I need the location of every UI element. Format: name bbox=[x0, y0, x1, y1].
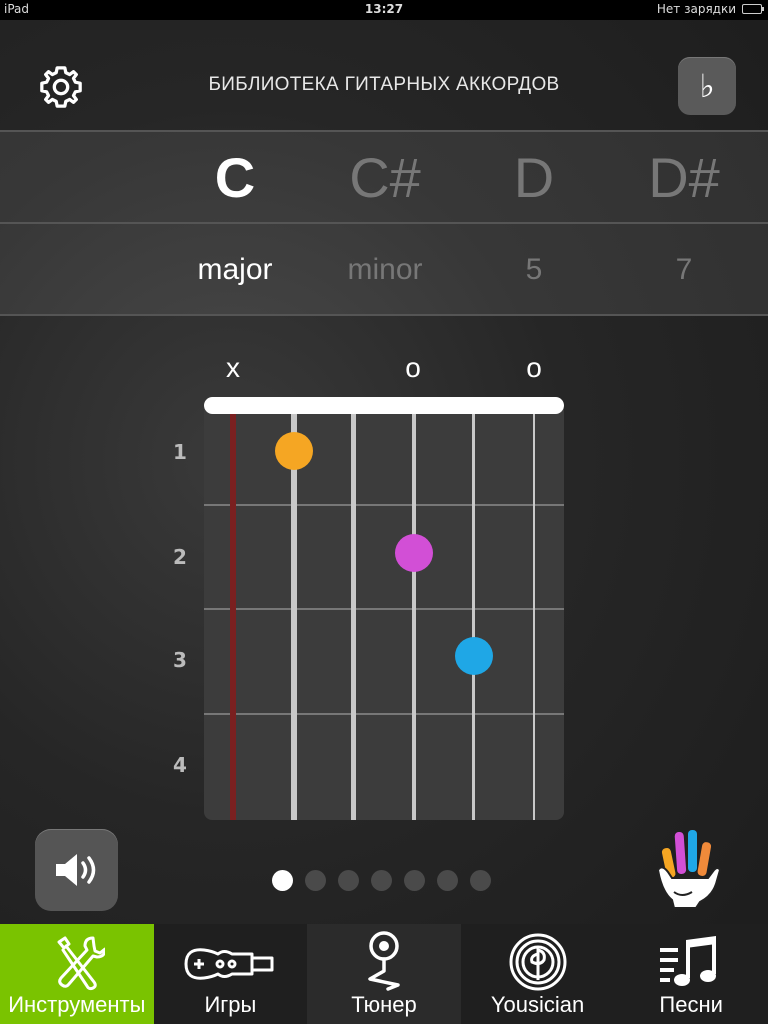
battery-icon bbox=[742, 4, 764, 14]
fret-line bbox=[204, 504, 564, 506]
guitar-icon bbox=[184, 948, 274, 980]
battery-status: Нет зарядки bbox=[656, 2, 764, 16]
page-title: БИБЛИОТЕКА ГИТАРНЫХ АККОРДОВ bbox=[208, 74, 560, 95]
fret-number-4: 4 bbox=[173, 753, 187, 777]
chord-type-minor[interactable]: minor bbox=[310, 224, 460, 316]
note-selector: C C# D D# bbox=[0, 130, 768, 222]
note-d-sharp[interactable]: D# bbox=[609, 132, 759, 224]
flat-toggle-button[interactable]: ♭ bbox=[678, 57, 736, 115]
note-c[interactable]: C bbox=[160, 132, 310, 224]
hand-icon[interactable] bbox=[650, 826, 730, 910]
fret-number-1: 1 bbox=[173, 440, 187, 464]
finger-dot bbox=[275, 432, 313, 470]
string-3 bbox=[412, 408, 416, 820]
page-dot[interactable] bbox=[272, 870, 293, 891]
fret-number-3: 3 bbox=[173, 648, 187, 672]
string-6 bbox=[230, 408, 236, 820]
songs-icon bbox=[660, 936, 717, 986]
page-dot[interactable] bbox=[404, 870, 425, 891]
tab-label: Песни bbox=[659, 992, 723, 1017]
page-dot[interactable] bbox=[305, 870, 326, 891]
clock: 13:27 bbox=[364, 2, 404, 16]
fretboard[interactable] bbox=[204, 408, 564, 820]
page-indicator bbox=[272, 870, 491, 891]
play-sound-button[interactable] bbox=[35, 829, 118, 911]
tab-label: Игры bbox=[204, 992, 257, 1017]
tab-songs[interactable]: Песни bbox=[614, 924, 768, 1024]
tab-yousician[interactable]: Yousician bbox=[461, 924, 615, 1024]
fret-line bbox=[204, 608, 564, 610]
tab-instruments[interactable]: Инструменты bbox=[0, 924, 154, 1024]
yousician-icon bbox=[509, 933, 567, 991]
page-dot[interactable] bbox=[338, 870, 359, 891]
chord-type-selector: major minor 5 7 bbox=[0, 222, 768, 316]
chord-type-major[interactable]: major bbox=[160, 224, 310, 316]
string-marks: x o o bbox=[0, 352, 768, 392]
tab-label: Инструменты bbox=[8, 992, 146, 1017]
note-c-sharp[interactable]: C# bbox=[310, 132, 460, 224]
tuner-icon bbox=[368, 931, 400, 991]
page-dot[interactable] bbox=[470, 870, 491, 891]
page-dot[interactable] bbox=[371, 870, 392, 891]
chord-type-7[interactable]: 7 bbox=[609, 224, 759, 316]
tools-icon bbox=[57, 936, 105, 991]
tab-tuner[interactable]: Тюнер bbox=[307, 924, 461, 1024]
speaker-icon bbox=[55, 854, 95, 886]
header: БИБЛИОТЕКА ГИТАРНЫХ АККОРДОВ ♭ bbox=[0, 20, 768, 130]
string-1 bbox=[533, 408, 535, 820]
charging-label: Нет зарядки bbox=[656, 2, 736, 16]
string-mark-1: o bbox=[526, 352, 542, 383]
finger-dot bbox=[395, 534, 433, 572]
status-bar: iPad 13:27 Нет зарядки bbox=[0, 0, 768, 20]
chord-type-5[interactable]: 5 bbox=[459, 224, 609, 316]
fretboard-nut bbox=[204, 397, 564, 414]
string-2 bbox=[472, 408, 475, 820]
fret-number-2: 2 bbox=[173, 545, 187, 569]
finger-dot bbox=[455, 637, 493, 675]
string-4 bbox=[351, 408, 356, 820]
string-mark-3: o bbox=[405, 352, 421, 383]
tab-bar: Инструменты Игры Тюнер Yousician Песни bbox=[0, 924, 768, 1024]
tab-label: Yousician bbox=[490, 992, 585, 1017]
tab-label: Тюнер bbox=[351, 992, 417, 1017]
note-d[interactable]: D bbox=[459, 132, 609, 224]
page-dot[interactable] bbox=[437, 870, 458, 891]
tab-games[interactable]: Игры bbox=[154, 924, 308, 1024]
string-mark-6: x bbox=[226, 352, 240, 383]
fret-line bbox=[204, 713, 564, 715]
